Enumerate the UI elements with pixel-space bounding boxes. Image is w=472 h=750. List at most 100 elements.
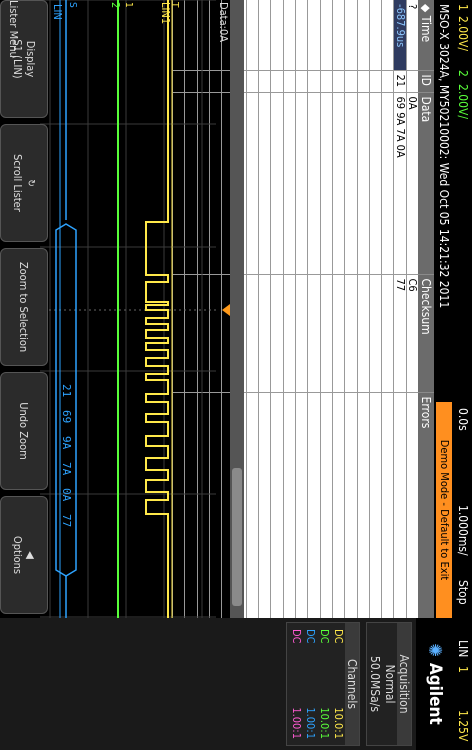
empty-cell: [246, 274, 259, 392]
serial-marker: S: [67, 2, 78, 8]
empty-cell: [246, 392, 259, 618]
empty-cell: [258, 0, 271, 70]
decode-byte: 7A: [60, 462, 73, 476]
empty-cell: [381, 92, 394, 274]
ch1-number[interactable]: 1: [454, 4, 472, 11]
empty-cell: [320, 392, 333, 618]
decode-byte: 77: [60, 514, 73, 527]
empty-cell: [283, 274, 296, 392]
table-row[interactable]: [295, 0, 308, 618]
empty-cell: [258, 70, 271, 92]
table-row[interactable]: [344, 0, 358, 618]
model-info: MSO-X 3024A, MY50210002: Wed Oct 05 14:2…: [437, 4, 451, 309]
empty-cell: [357, 92, 370, 274]
spark-icon: ✺: [424, 643, 446, 657]
zoom-to-selection-softkey[interactable]: Zoom to Selection: [0, 248, 48, 366]
empty-cell: [270, 274, 284, 392]
empty-cell: [270, 70, 284, 92]
empty-cell: [320, 274, 333, 392]
table-row[interactable]: [381, 0, 394, 618]
trigger-level-marker[interactable]: T: [169, 1, 180, 8]
empty-cell: [381, 274, 394, 392]
options-softkey[interactable]: ◀ Options: [0, 496, 48, 614]
empty-cell: [246, 70, 259, 92]
empty-cell: [270, 92, 284, 274]
channel-3-row: DC 1.00:1: [304, 629, 317, 739]
table-row[interactable]: [283, 0, 296, 618]
empty-cell: [381, 70, 394, 92]
timebase-readout[interactable]: 1.000ms/: [454, 505, 472, 556]
decode-byte: 9A: [60, 436, 73, 450]
table-row[interactable]: [369, 0, 382, 618]
empty-cell: [369, 70, 382, 92]
empty-cell: [283, 392, 296, 618]
empty-cell: [320, 0, 333, 70]
empty-cell: [320, 70, 333, 92]
table-row[interactable]: [246, 0, 259, 618]
cell-id: [406, 70, 418, 92]
cell-time: -687.9us: [393, 0, 407, 70]
cell-data: 69 9A 7A 0A: [393, 92, 407, 274]
run-state[interactable]: Stop: [454, 580, 472, 605]
channel-1-row: DC 10.0:1: [332, 629, 345, 739]
submenu-arrow-icon: ◀: [24, 551, 37, 559]
table-row-selected[interactable]: -687.9us 21 69 9A 7A 0A 77: [393, 0, 407, 618]
acquisition-title: Acquisition: [397, 623, 411, 745]
column-checksum: Checksum: [418, 274, 434, 392]
empty-cell: [270, 392, 284, 618]
empty-cell: [357, 70, 370, 92]
table-row[interactable]: ? 0A C6: [406, 0, 418, 618]
trigger-position-marker[interactable]: [222, 304, 230, 316]
ch2-scale[interactable]: 2.00V/: [454, 84, 472, 119]
cell-checksum: 77: [393, 274, 407, 392]
table-row[interactable]: [320, 0, 333, 618]
ch2-ground-marker[interactable]: 2: [109, 2, 122, 8]
menu-title: Lister Menu: [7, 0, 20, 58]
lister-scrollbar-thumb[interactable]: [232, 468, 242, 606]
decode-byte: 0A: [60, 488, 73, 502]
cell-id: 21: [393, 70, 407, 92]
ch2-number[interactable]: 2: [454, 70, 472, 77]
empty-cell: [357, 392, 370, 618]
empty-cell: [258, 392, 271, 618]
empty-cell: [307, 70, 321, 92]
ch1-scale[interactable]: 2.00V/: [454, 16, 472, 51]
empty-cell: [344, 70, 358, 92]
lister-table[interactable]: ◆ Time ID Data Checksum Errors ? 0A C6 -…: [172, 0, 434, 618]
table-row[interactable]: [357, 0, 370, 618]
trigger-source[interactable]: LIN: [454, 640, 472, 657]
empty-cell: [332, 274, 345, 392]
trigger-level[interactable]: 1.25V: [454, 710, 472, 741]
delay-readout[interactable]: 0.0s: [454, 408, 472, 431]
acquisition-box[interactable]: Acquisition Normal 50.0MSa/s: [366, 622, 412, 746]
ch1-ground-marker[interactable]: 1: [123, 2, 134, 8]
channels-box[interactable]: Channels DC 10.0:1 DC 10.0:1 DC 1.00:1 DC 1.…: [286, 622, 360, 746]
empty-cell: [369, 92, 382, 274]
column-id: ID: [418, 70, 434, 92]
ch1-waveform: [145, 0, 173, 618]
brand-logo: ✺ Agilent: [416, 618, 454, 750]
empty-cell: [332, 0, 345, 70]
column-data: Data: [418, 92, 434, 274]
empty-cell: [283, 0, 296, 70]
empty-cell: [295, 274, 308, 392]
lister-header-row: ◆ Time ID Data Checksum Errors: [418, 0, 434, 618]
acquisition-mode: Normal: [383, 664, 397, 704]
empty-cell: [344, 0, 358, 70]
undo-zoom-softkey[interactable]: Undo Zoom: [0, 372, 48, 490]
empty-cell: [307, 0, 321, 70]
empty-cell: [381, 0, 394, 70]
time-marker-icon: ◆: [419, 4, 433, 13]
cell-time: ?: [406, 0, 418, 70]
table-row[interactable]: [270, 0, 284, 618]
table-row[interactable]: [307, 0, 321, 618]
status-bar: 1 2.00V/ 2 2.00V/ 0.0s 1.000ms/ Stop LIN…: [454, 0, 472, 750]
scroll-lister-softkey[interactable]: ↻ Scroll Lister: [0, 124, 48, 242]
channels-title: Channels: [345, 623, 359, 745]
cell-errors: [406, 392, 418, 618]
table-row[interactable]: [332, 0, 345, 618]
empty-cell: [332, 92, 345, 274]
info-panel: ✺ Agilent Acquisition Normal 50.0MSa/s C…: [0, 618, 454, 750]
demo-banner[interactable]: Demo Mode - Default to Exit: [436, 402, 452, 618]
table-row[interactable]: [258, 0, 271, 618]
